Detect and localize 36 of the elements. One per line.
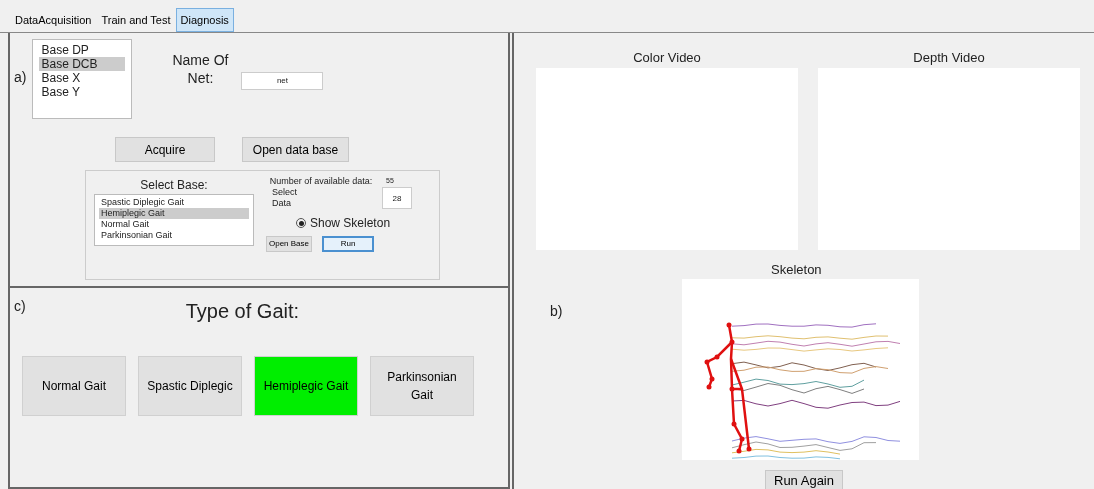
list-item[interactable]: Spastic Diplegic Gait [99,197,249,208]
available-data-label: Number of available data: [268,176,374,187]
net-name-field[interactable]: net [241,72,324,90]
base-listbox[interactable]: Base DP Base DCB Base X Base Y [32,39,133,119]
list-item[interactable]: Normal Gait [99,219,249,230]
list-item[interactable]: Base X [39,71,126,85]
select-base-title: Select Base: [139,177,209,194]
tab[interactable]: Diagnosis [175,7,234,32]
video-title: Depth Video [912,49,986,67]
list-item[interactable]: Parkinsonian Gait [99,230,249,241]
panel-label: a) [14,68,27,87]
skeleton-title: Skeleton [771,260,823,279]
run-again-button[interactable]: Run Again [765,470,843,489]
gait-button[interactable]: Hemiplegic Gait [254,356,358,416]
open-database-button[interactable]: Open data base [242,137,349,162]
gait-button[interactable]: Parkinsonian Gait [370,356,474,416]
tab[interactable]: DataAcquisition [10,7,97,32]
list-item[interactable]: Hemiplegic Gait [99,208,249,219]
net-name-label: Name Of Net: [171,51,230,87]
select-data-field[interactable]: 28 [382,187,412,209]
video-title: Color Video [632,49,702,67]
panel-label: b) [550,302,563,321]
open-base-button[interactable]: Open Base [266,236,312,252]
select-data-label: Select Data [272,187,298,209]
gait-listbox[interactable]: Spastic Diplegic Gait Hemiplegic Gait Normal Gait Parkinsonian Gait [94,194,254,246]
run-button[interactable]: Run [322,236,374,252]
panel-label: c) [14,297,26,316]
list-item[interactable]: Base Y [39,85,126,99]
acquire-button[interactable]: Acquire [115,137,215,162]
list-item[interactable]: Base DP [39,43,126,57]
gait-button[interactable]: Normal Gait [22,356,126,416]
list-item[interactable]: Base DCB [39,57,126,71]
gait-type-title: Type of Gait: [185,299,300,324]
show-skeleton-radio[interactable]: Show Skeleton [296,214,426,232]
tab[interactable]: Train and Test [96,7,176,32]
gait-button[interactable]: Spastic Diplegic [138,356,242,416]
